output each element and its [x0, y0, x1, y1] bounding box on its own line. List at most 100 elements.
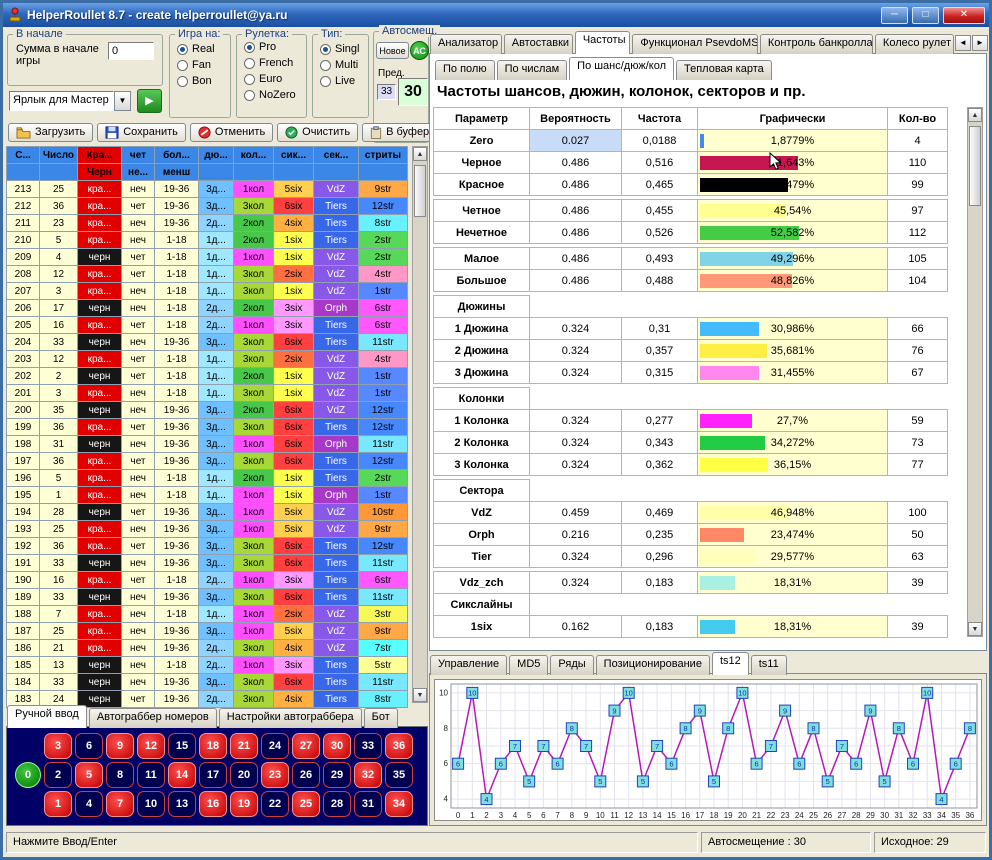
subtab-по-шанс-дюж-кол[interactable]: По шанс/дюж/кол: [569, 57, 674, 80]
freq-scrollbar[interactable]: ▲ ▼: [967, 107, 983, 637]
scroll-up-icon[interactable]: ▲: [968, 108, 982, 122]
freq-col-header[interactable]: Вероятность: [530, 108, 622, 130]
sum-input[interactable]: 0: [108, 42, 154, 60]
history-scroll-thumb[interactable]: [414, 165, 426, 217]
pad-cell-7[interactable]: 7: [106, 791, 134, 817]
pad-cell-25[interactable]: 25: [292, 791, 320, 817]
radio-bon[interactable]: Bon: [177, 75, 230, 87]
history-row[interactable]: 18513черннеч1-182д...1кол3sixTiers5str: [7, 657, 408, 674]
play-button[interactable]: ▶: [137, 89, 162, 113]
history-row[interactable]: 19133черннеч19-363д...3кол6sixTiers11str: [7, 555, 408, 572]
history-row[interactable]: 1951кра...неч1-181д...1кол1sixOrph1str: [7, 487, 408, 504]
subtab-по-полю[interactable]: По полю: [435, 60, 495, 80]
pad-cell-14[interactable]: 14: [168, 762, 196, 788]
freq-row[interactable]: Vdz_zch0.3240,18318,31%39: [434, 572, 948, 594]
history-row[interactable]: 2105кра...неч1-181д...2кол1sixTiers2str: [7, 232, 408, 249]
history-row[interactable]: 18621кра...неч19-362д...3кол4sixVdZ7str: [7, 640, 408, 657]
history-row[interactable]: 18433черннеч19-363д...3кол6sixTiers11str: [7, 674, 408, 691]
history-row[interactable]: 20617черннеч1-182д...2кол3sixOrph6str: [7, 300, 408, 317]
freq-row[interactable]: Красное0.4860,46546,479%99: [434, 174, 948, 196]
inputtab-настройки-автограббера[interactable]: Настройки автограббера: [219, 708, 362, 728]
tab-автоставки[interactable]: Автоставки: [504, 34, 573, 54]
radio-multi[interactable]: Multi: [320, 59, 368, 71]
history-row[interactable]: 18933черннеч19-363д...3кол6sixTiers11str: [7, 589, 408, 606]
history-row[interactable]: 2094чернчет1-181д...1кол1sixVdZ2str: [7, 249, 408, 266]
pad-cell-3[interactable]: 3: [44, 733, 72, 759]
tstab-управление[interactable]: Управление: [430, 655, 507, 675]
tab-колесо-рулет[interactable]: Колесо рулет: [875, 34, 954, 54]
subtab-по-числам[interactable]: По числам: [497, 60, 568, 80]
history-row[interactable]: 20035черннеч19-363д...2кол6sixVdZ12str: [7, 402, 408, 419]
pad-cell-32[interactable]: 32: [354, 762, 382, 788]
scroll-up-icon[interactable]: ▲: [413, 147, 427, 161]
history-col-header[interactable]: стриты: [359, 147, 408, 164]
tab-анализатор[interactable]: Анализатор: [430, 34, 502, 54]
radio-french[interactable]: French: [244, 57, 306, 69]
freq-row[interactable]: Tier0.3240,29629,577%63: [434, 546, 948, 568]
history-row[interactable]: 18725кра...неч19-363д...1кол5sixVdZ9str: [7, 623, 408, 640]
history-col-header[interactable]: сек...: [314, 147, 359, 164]
pad-cell-19[interactable]: 19: [230, 791, 258, 817]
freq-col-header[interactable]: Частота: [622, 108, 698, 130]
сохранить-button[interactable]: Сохранить: [97, 123, 186, 142]
history-col-header[interactable]: Число: [40, 147, 78, 164]
radio-singl[interactable]: Singl: [320, 43, 368, 55]
radio-real[interactable]: Real: [177, 43, 230, 55]
master-combo[interactable]: Ярлык для Мастер ▼: [9, 91, 131, 111]
pad-cell-8[interactable]: 8: [106, 762, 134, 788]
tstab-ts11[interactable]: ts11: [751, 655, 787, 675]
freq-row[interactable]: 2 Колонка0.3240,34334,272%73: [434, 432, 948, 454]
freq-row[interactable]: VdZ0.4590,46946,948%100: [434, 502, 948, 524]
history-col-header[interactable]: С...: [7, 147, 40, 164]
ac-button[interactable]: АС: [410, 41, 429, 60]
history-row[interactable]: 21236кра...чет19-363д...3кол6sixTiers12s…: [7, 198, 408, 215]
pad-cell-15[interactable]: 15: [168, 733, 196, 759]
pad-cell-13[interactable]: 13: [168, 791, 196, 817]
history-row[interactable]: 20516кра...чет1-182д...1кол3sixTiers6str: [7, 317, 408, 334]
history-row[interactable]: 19236кра...чет19-363д...3кол6sixTiers12s…: [7, 538, 408, 555]
radio-live[interactable]: Live: [320, 75, 368, 87]
maximize-button[interactable]: □: [912, 7, 939, 24]
pad-cell-27[interactable]: 27: [292, 733, 320, 759]
history-row[interactable]: 1887кра...неч1-181д...1кол2sixVdZ3str: [7, 606, 408, 623]
history-col-header[interactable]: бол...: [155, 147, 199, 164]
freq-row[interactable]: Четное0.4860,45545,54%97: [434, 200, 948, 222]
pad-cell-18[interactable]: 18: [199, 733, 227, 759]
pad-cell-35[interactable]: 35: [385, 762, 413, 788]
freq-scroll-thumb[interactable]: [969, 126, 981, 206]
freq-row[interactable]: Черное0.4860,51651,643%110: [434, 152, 948, 174]
pad-cell-10[interactable]: 10: [137, 791, 165, 817]
pad-cell-24[interactable]: 24: [261, 733, 289, 759]
freq-row[interactable]: 1 Дюжина0.3240,3130,986%66: [434, 318, 948, 340]
history-row[interactable]: 19428чернчет19-363д...1кол5sixVdZ10str: [7, 504, 408, 521]
history-col-header[interactable]: сик...: [274, 147, 314, 164]
tstab-ts12[interactable]: ts12: [712, 652, 749, 675]
tab-scroll-left-icon[interactable]: ◄: [955, 35, 971, 51]
inputtab-бот[interactable]: Бот: [364, 708, 398, 728]
radio-pro[interactable]: Pro: [244, 41, 306, 53]
tab-контроль-банкролла[interactable]: Контроль банкролла: [760, 34, 873, 54]
pad-cell-30[interactable]: 30: [323, 733, 351, 759]
загрузить-button[interactable]: Загрузить: [8, 123, 93, 142]
history-row[interactable]: 21123кра...неч19-362д...2кол4sixTiers8st…: [7, 215, 408, 232]
history-row[interactable]: 20433черннеч19-363д...3кол6sixTiers11str: [7, 334, 408, 351]
pad-cell-6[interactable]: 6: [75, 733, 103, 759]
pad-cell-36[interactable]: 36: [385, 733, 413, 759]
tab-scroll-right-icon[interactable]: ►: [972, 35, 988, 51]
freq-col-header[interactable]: Кол-во: [888, 108, 948, 130]
freq-col-header[interactable]: Графически: [698, 108, 888, 130]
в-буфер-button[interactable]: В буфер: [362, 123, 437, 142]
pad-cell-21[interactable]: 21: [230, 733, 258, 759]
tab-частоты[interactable]: Частоты: [575, 31, 631, 54]
pad-cell-16[interactable]: 16: [199, 791, 227, 817]
new-button[interactable]: Новое: [376, 42, 409, 59]
pad-cell-17[interactable]: 17: [199, 762, 227, 788]
history-row[interactable]: 20812кра...чет1-181д...3кол2sixVdZ4str: [7, 266, 408, 283]
radio-fan[interactable]: Fan: [177, 59, 230, 71]
freq-col-header[interactable]: Параметр: [434, 108, 530, 130]
freq-row[interactable]: Малое0.4860,49349,296%105: [434, 248, 948, 270]
freq-row[interactable]: Нечетное0.4860,52652,582%112: [434, 222, 948, 244]
tstab-ряды[interactable]: Ряды: [550, 655, 593, 675]
history-row[interactable]: 21325кра...неч19-363д...1кол5sixVdZ9str: [7, 181, 408, 198]
pad-cell-34[interactable]: 34: [385, 791, 413, 817]
